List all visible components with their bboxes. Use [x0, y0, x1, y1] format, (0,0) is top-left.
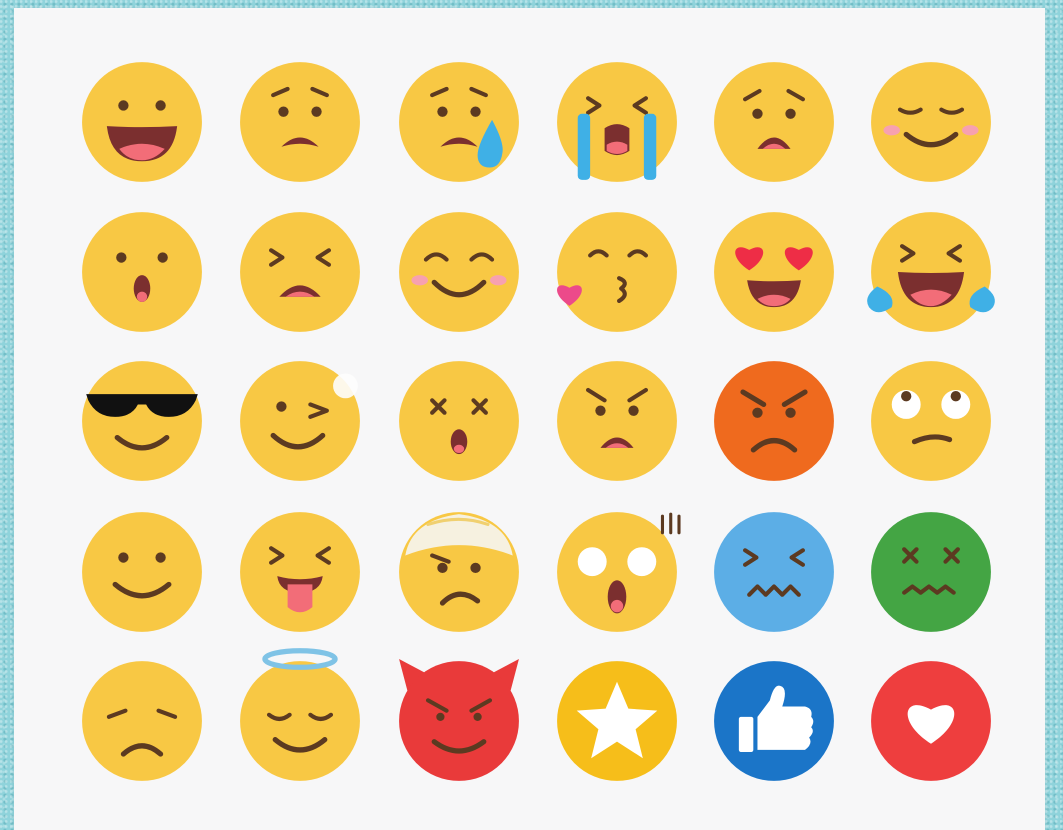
surprised-face-icon[interactable] [80, 210, 204, 334]
star-icon[interactable] [555, 659, 679, 783]
nauseated-face-icon[interactable] [869, 510, 993, 634]
eye-roll-face-icon[interactable] [869, 359, 993, 483]
heart-icon[interactable] [869, 659, 993, 783]
emoji-grid [14, 8, 1045, 830]
kissing-heart-face-icon[interactable] [555, 210, 679, 334]
freezing-face-icon[interactable] [712, 510, 836, 634]
winking-face-icon[interactable] [238, 359, 362, 483]
slight-smile-face-icon[interactable] [80, 510, 204, 634]
tears-of-joy-face-icon[interactable] [867, 210, 995, 334]
angry-face-icon[interactable] [712, 359, 836, 483]
devil-face-icon[interactable] [397, 659, 521, 783]
pensive-face-icon[interactable] [80, 659, 204, 783]
shocked-face-icon[interactable] [555, 510, 681, 634]
angel-halo-face-icon[interactable] [238, 648, 362, 783]
dizzy-face-icon[interactable] [397, 359, 521, 483]
tongue-out-face-icon[interactable] [238, 510, 362, 634]
loudly-crying-face-icon[interactable] [555, 60, 679, 184]
worried-face-icon[interactable] [712, 60, 836, 184]
persevering-face-icon[interactable] [238, 210, 362, 334]
bandaged-head-face-icon[interactable] [397, 510, 521, 634]
emoji-sheet [14, 8, 1045, 830]
happy-blush-face-icon[interactable] [397, 210, 521, 334]
sad-tear-face-icon[interactable] [397, 60, 521, 184]
heart-eyes-face-icon[interactable] [712, 210, 836, 334]
thumbs-up-icon[interactable] [712, 659, 836, 783]
sunglasses-face-icon[interactable] [80, 359, 204, 483]
frowning-face-icon[interactable] [238, 60, 362, 184]
grinning-face-icon[interactable] [80, 60, 204, 184]
annoyed-face-icon[interactable] [555, 359, 679, 483]
blushing-smile-face-icon[interactable] [869, 60, 993, 184]
